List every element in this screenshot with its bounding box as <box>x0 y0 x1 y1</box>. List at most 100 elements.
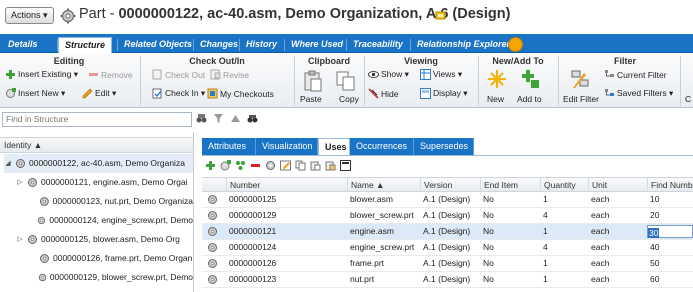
display-button[interactable]: Display ▾ <box>420 88 468 99</box>
edit-filter-icon[interactable] <box>569 68 591 90</box>
check-in-button[interactable]: Check In ▾ <box>152 88 205 99</box>
identity-column-header[interactable]: Identity ▲ <box>0 137 193 153</box>
copy-icon[interactable] <box>295 160 306 171</box>
subtab-attributes[interactable]: Attributes <box>202 138 256 155</box>
find-number-editor[interactable]: 30 <box>647 225 693 238</box>
subtab-occurrences[interactable]: Occurrences <box>350 138 414 155</box>
table-row[interactable]: 0000000126 frame.prt A.1 (Design) No 1 each 50 <box>202 256 693 272</box>
insert-new-icon <box>6 88 16 98</box>
remove-icon[interactable] <box>250 160 261 171</box>
views-button[interactable]: Views ▾ <box>420 69 462 80</box>
tree-node-label: 0000000122, ac-40.asm, Demo Organiza <box>29 158 185 168</box>
expand-toggle-icon[interactable]: ▷ <box>16 173 24 192</box>
edit-filter-label[interactable]: Edit Filter <box>563 94 599 104</box>
gear-icon[interactable] <box>265 160 276 171</box>
tree-node[interactable]: 0000000126, frame.prt, Demo Organ <box>28 249 193 268</box>
table-cell[interactable]: 20 <box>647 208 693 223</box>
copy-icon[interactable] <box>335 70 357 92</box>
add-icon[interactable] <box>205 160 216 171</box>
saved-filters-button[interactable]: Saved Filters ▾ <box>604 88 673 99</box>
find-binoculars-icon[interactable] <box>196 113 207 124</box>
tab-separator <box>346 39 347 51</box>
subtab-uses[interactable]: Uses <box>318 138 350 155</box>
part-gear-icon <box>16 159 25 168</box>
tree-node[interactable]: 0000000123, nut.prt, Demo Organiza <box>28 192 193 211</box>
add-to-label[interactable]: Add to <box>517 94 542 104</box>
insert-new-icon[interactable] <box>220 160 231 171</box>
part-gear-icon <box>28 235 37 244</box>
actions-menu-button[interactable]: Actions ▾ <box>5 7 54 24</box>
remove-button[interactable]: Remove <box>88 69 133 80</box>
filter-funnel-icon[interactable] <box>213 113 224 124</box>
show-button[interactable]: Show ▾ <box>368 69 409 80</box>
tab-relationship-explorer[interactable]: Relationship Explorer <box>411 37 516 53</box>
paste-icon[interactable] <box>302 70 324 92</box>
tree-node[interactable]: 0000000124, engine_screw.prt, Demo <box>28 211 193 230</box>
column-header[interactable]: End Item <box>480 178 540 192</box>
hide-button[interactable]: Hide <box>368 88 398 99</box>
edit-button[interactable]: Edit ▾ <box>82 88 116 99</box>
table-cell[interactable]: 30 <box>647 224 693 239</box>
table-row[interactable]: 0000000129 blower_screw.prt A.1 (Design) No… <box>202 208 693 224</box>
column-header[interactable]: Quantity <box>540 178 588 192</box>
tab-traceability[interactable]: Traceability <box>347 37 409 53</box>
paste-label[interactable]: Paste <box>300 94 322 104</box>
new-icon[interactable] <box>486 68 508 90</box>
ribbon-overflow-label[interactable]: C <box>685 94 691 104</box>
subtab-divider <box>202 155 693 156</box>
tab-structure[interactable]: Structure <box>58 37 113 53</box>
table-cell[interactable]: 50 <box>647 256 693 271</box>
add-to-icon[interactable] <box>519 68 541 90</box>
subtab-supersedes[interactable]: Supersedes <box>414 138 474 155</box>
tab-details[interactable]: Details <box>2 37 44 53</box>
tree-node[interactable]: ▷ 0000000125, blower.asm, Demo Org <box>16 230 193 249</box>
binoculars-icon[interactable] <box>247 113 258 124</box>
subtab-visualization[interactable]: Visualization <box>256 138 318 155</box>
table-row[interactable]: 0000000124 engine_screw.prt A.1 (Design) No… <box>202 240 693 256</box>
column-header[interactable]: Unit <box>588 178 646 192</box>
table-row[interactable]: 0000000125 blower.asm A.1 (Design) No 1 each 1… <box>202 192 693 208</box>
tree-node[interactable]: ▷ 0000000121, engine.asm, Demo Orgai <box>16 173 193 192</box>
my-checkouts-button[interactable]: My Checkouts <box>207 88 274 99</box>
expand-toggle-icon[interactable]: ▷ <box>16 230 24 249</box>
table-cell[interactable]: 40 <box>647 240 693 255</box>
table-row[interactable]: 0000000121 engine.asm A.1 (Design) No 1 each 3… <box>202 224 693 240</box>
column-header[interactable]: Version <box>420 178 480 192</box>
new-label[interactable]: New <box>487 94 504 104</box>
table-cell[interactable]: 10 <box>647 192 693 207</box>
tab-separator <box>284 39 285 51</box>
table-row[interactable]: 0000000123 nut.prt A.1 (Design) No 1 each 60 <box>202 272 693 288</box>
part-gear-icon <box>28 178 37 187</box>
check-out-button[interactable]: Check Out <box>152 69 205 80</box>
edit-label: Edit ▾ <box>95 88 117 98</box>
insert-new-button[interactable]: Insert New ▾ <box>5 88 65 99</box>
table-cell: A.1 (Design) <box>423 210 471 220</box>
paste-icon[interactable] <box>310 160 321 171</box>
current-filter-button[interactable]: Current Filter <box>604 69 667 80</box>
view-options-icon[interactable] <box>340 160 351 171</box>
table-cell[interactable]: 60 <box>647 272 693 287</box>
column-header[interactable]: Number <box>226 178 346 192</box>
expand-toggle-icon[interactable]: ◢ <box>4 154 12 173</box>
collapse-up-icon[interactable] <box>230 113 241 124</box>
edit-table-icon[interactable] <box>280 160 291 171</box>
replace-icon[interactable] <box>235 160 246 171</box>
tab-history[interactable]: History <box>240 37 283 53</box>
column-header[interactable]: Name ▲ <box>347 178 419 192</box>
favorite-icon[interactable] <box>435 10 446 21</box>
insert-existing-button[interactable]: Insert Existing ▾ <box>5 69 78 80</box>
tab-related-objects[interactable]: Related Objects <box>118 37 198 53</box>
tab-changes[interactable]: Changes <box>194 37 244 53</box>
saved-filters-label: Saved Filters ▾ <box>617 88 674 98</box>
column-header[interactable]: Find Numbe <box>647 178 693 192</box>
table-cell: No <box>483 274 494 284</box>
tab-where-used[interactable]: Where Used <box>285 37 349 53</box>
paste-special-icon[interactable] <box>325 160 336 171</box>
copy-label[interactable]: Copy <box>339 94 359 104</box>
tree-node[interactable]: ◢ 0000000122, ac-40.asm, Demo Organiza <box>4 154 193 173</box>
group-title-new-add: New/Add To <box>492 56 544 66</box>
feedback-smiley-icon[interactable] <box>508 37 523 52</box>
revise-button[interactable]: Revise <box>210 69 249 80</box>
find-in-structure-input[interactable]: Find in Structure <box>2 112 192 127</box>
tree-node[interactable]: 0000000129, blower_screw.prt, Demo <box>28 268 193 287</box>
